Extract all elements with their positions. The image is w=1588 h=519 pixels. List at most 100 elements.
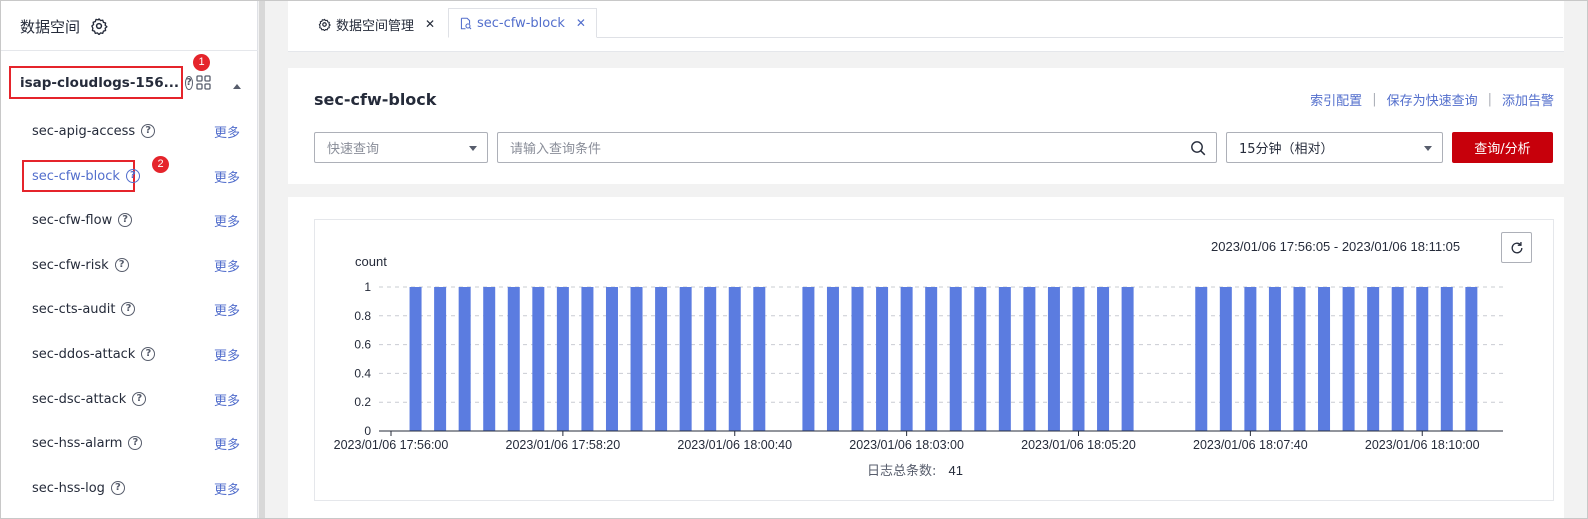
bar <box>728 287 741 431</box>
index-config-link[interactable]: 索引配置 <box>1310 90 1362 109</box>
help-icon[interactable]: ? <box>118 213 133 227</box>
y-tick-label: 1 <box>364 280 371 294</box>
bar <box>1195 287 1208 431</box>
action-links: 索引配置 | 保存为快速查询 | 添加告警 <box>1310 90 1554 109</box>
sidebar-item-sec-cfw-flow[interactable]: sec-cfw-flow? <box>32 210 133 230</box>
sidebar-scrollbar[interactable] <box>259 0 265 519</box>
sidebar-divider <box>0 50 258 51</box>
y-tick-label: 0.4 <box>354 366 371 380</box>
gear-icon[interactable] <box>90 17 108 35</box>
y-tick-label: 0.8 <box>354 309 371 323</box>
bar <box>679 287 692 431</box>
save-quick-query-link[interactable]: 保存为快速查询 <box>1387 90 1478 109</box>
tab-underline <box>583 37 1563 38</box>
sidebar-item-sec-cts-audit[interactable]: sec-cts-audit? <box>32 299 136 319</box>
time-range-select[interactable]: 15分钟（相对） <box>1226 132 1443 163</box>
tab-sec-cfw-block[interactable]: sec-cfw-block ✕ <box>448 8 597 38</box>
bar <box>1268 287 1281 431</box>
total-count-row: 日志总条数: 41 <box>867 460 963 479</box>
collapse-caret-icon[interactable] <box>233 84 241 89</box>
query-analyze-button[interactable]: 查询/分析 <box>1452 132 1553 163</box>
bar <box>409 287 422 431</box>
bar <box>483 287 496 431</box>
bar <box>974 287 987 431</box>
more-link[interactable]: 更多 <box>214 122 240 141</box>
search-icon[interactable] <box>1190 140 1206 156</box>
query-placeholder: 请输入查询条件 <box>510 142 602 157</box>
more-link[interactable]: 更多 <box>214 479 240 498</box>
more-link[interactable]: 更多 <box>214 300 240 319</box>
bar <box>630 287 643 431</box>
stream-name: sec-ddos-attack <box>32 346 136 362</box>
more-link[interactable]: 更多 <box>214 345 240 364</box>
close-icon[interactable]: ✕ <box>576 16 586 30</box>
x-tick-label: 2023/01/06 18:05:20 <box>1021 438 1136 452</box>
sidebar-item-sec-cfw-block[interactable]: sec-cfw-block? <box>32 166 140 186</box>
stream-name: sec-apig-access <box>32 123 136 139</box>
stream-name: sec-cfw-risk <box>32 257 109 273</box>
close-icon[interactable]: ✕ <box>425 17 435 31</box>
bar <box>1342 287 1355 431</box>
help-icon[interactable]: ? <box>141 124 156 138</box>
bar <box>1367 287 1380 431</box>
bar <box>1293 287 1306 431</box>
link-separator: | <box>1372 92 1377 107</box>
sidebar-item-sec-dsc-attack[interactable]: sec-dsc-attack? <box>32 389 147 409</box>
quick-query-select[interactable]: 快速查询 <box>314 132 488 163</box>
bar <box>458 287 471 431</box>
y-tick-label: 0.6 <box>354 338 371 352</box>
chevron-down-icon <box>1424 146 1432 151</box>
help-icon[interactable]: ? <box>128 436 143 450</box>
bar <box>876 287 889 431</box>
help-icon[interactable]: ? <box>132 392 147 406</box>
bar <box>826 287 839 431</box>
bar <box>1244 287 1257 431</box>
bar <box>1391 287 1404 431</box>
help-icon[interactable]: ? <box>110 481 125 495</box>
tab-workspace-management[interactable]: 数据空间管理 ✕ <box>310 10 443 38</box>
x-tick-label: 2023/01/06 18:00:40 <box>677 438 792 452</box>
more-link[interactable]: 更多 <box>214 434 240 453</box>
bar <box>532 287 545 431</box>
help-icon[interactable]: ? <box>141 347 156 361</box>
more-link[interactable]: 更多 <box>214 211 240 230</box>
query-input[interactable]: 请输入查询条件 <box>497 132 1217 163</box>
help-icon[interactable]: ? <box>114 258 129 272</box>
help-icon[interactable]: ? <box>125 169 140 183</box>
refresh-button[interactable] <box>1501 232 1532 263</box>
sidebar-item-sec-cfw-risk[interactable]: sec-cfw-risk? <box>32 255 129 275</box>
more-link[interactable]: 更多 <box>214 167 240 186</box>
sidebar-item-sec-hss-log[interactable]: sec-hss-log? <box>32 478 125 498</box>
y-tick-label: 0 <box>364 424 371 438</box>
sidebar: 数据空间 isap-cloudlogs-156... ? 1 2 sec-api… <box>0 0 258 519</box>
sidebar-item-sec-hss-alarm[interactable]: sec-hss-alarm? <box>32 433 143 453</box>
step-badge-1: 1 <box>193 54 210 71</box>
bar <box>1416 287 1429 431</box>
sidebar-item-sec-apig-access[interactable]: sec-apig-access? <box>32 121 156 141</box>
stream-name: sec-cfw-flow <box>32 212 113 228</box>
bar <box>655 287 668 431</box>
bar <box>1465 287 1478 431</box>
log-stream-title: sec-cfw-block <box>314 90 437 109</box>
grid-icon[interactable] <box>196 75 211 90</box>
bar <box>507 287 520 431</box>
sidebar-item-sec-ddos-attack[interactable]: sec-ddos-attack? <box>32 344 156 364</box>
bar <box>998 287 1011 431</box>
add-alarm-link[interactable]: 添加告警 <box>1502 90 1554 109</box>
x-tick-label: 2023/01/06 18:10:00 <box>1365 438 1480 452</box>
bar <box>605 287 618 431</box>
more-link[interactable]: 更多 <box>214 256 240 275</box>
workspace-selector[interactable]: isap-cloudlogs-156... ? <box>9 66 193 99</box>
more-link[interactable]: 更多 <box>214 390 240 409</box>
bar <box>802 287 815 431</box>
tab-label: sec-cfw-block <box>477 15 565 31</box>
y-axis-label: count <box>355 254 387 269</box>
query-panel: sec-cfw-block 索引配置 | 保存为快速查询 | 添加告警 快速查询… <box>288 68 1564 184</box>
help-icon[interactable]: ? <box>121 302 136 316</box>
total-count-value: 41 <box>948 463 963 478</box>
help-icon[interactable]: ? <box>185 75 193 90</box>
bar <box>704 287 717 431</box>
tab-bar: 数据空间管理 ✕ sec-cfw-block ✕ <box>288 0 1564 52</box>
sidebar-title: 数据空间 <box>20 17 81 36</box>
bar <box>851 287 864 431</box>
